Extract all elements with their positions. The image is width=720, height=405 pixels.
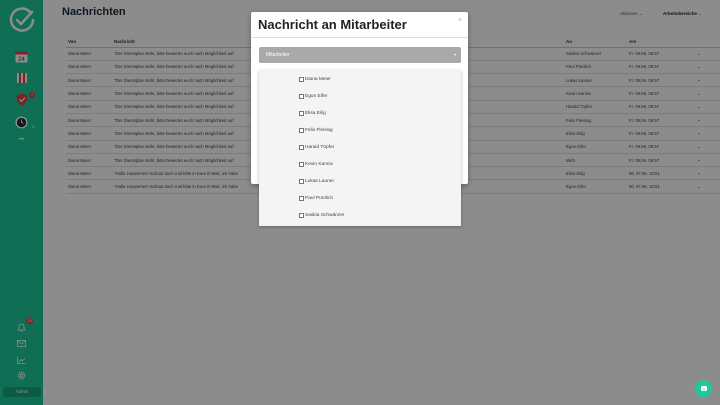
- checkbox[interactable]: [299, 93, 304, 99]
- employee-option[interactable]: Saskia Schwänzer: [299, 210, 344, 220]
- employee-dropdown: Diana Meier Egon Eifer Elisa Eilig Felix…: [259, 70, 461, 226]
- checkbox[interactable]: [299, 178, 304, 184]
- checkbox[interactable]: [299, 195, 304, 201]
- option-label: Egon Eifer: [305, 93, 328, 99]
- chat-icon[interactable]: [695, 380, 712, 397]
- option-label: Saskia Schwänzer: [305, 212, 345, 218]
- employee-option[interactable]: Felix Fleissig: [299, 125, 333, 135]
- close-icon[interactable]: ×: [458, 17, 462, 24]
- option-label: Kevin Kannix: [305, 161, 333, 167]
- employee-option[interactable]: Paul Püntlich: [299, 193, 333, 203]
- checkbox[interactable]: [299, 110, 304, 116]
- employee-option[interactable]: Elisa Eilig: [299, 108, 326, 118]
- employee-option[interactable]: Lukas Launer: [299, 176, 334, 186]
- option-label: Paul Püntlich: [305, 195, 333, 201]
- checkbox[interactable]: [299, 212, 304, 218]
- employee-option[interactable]: Kevin Kannix: [299, 159, 333, 169]
- employee-select-label: Mitarbeiter: [266, 52, 290, 58]
- option-label: Felix Fleissig: [305, 127, 333, 133]
- option-label: Diana Meier: [305, 76, 331, 82]
- employee-select[interactable]: Mitarbeiter ▾: [259, 47, 461, 63]
- option-label: Elisa Eilig: [305, 110, 326, 116]
- checkbox[interactable]: [299, 144, 304, 150]
- checkbox[interactable]: [299, 161, 304, 167]
- caret-down-icon: ▾: [453, 52, 456, 57]
- checkbox[interactable]: [299, 76, 304, 82]
- employee-option[interactable]: Diana Meier: [299, 74, 331, 84]
- employee-option[interactable]: Harald Töpfer: [299, 142, 334, 152]
- option-label: Harald Töpfer: [305, 144, 335, 150]
- checkbox[interactable]: [299, 127, 304, 133]
- modal-divider: [251, 37, 468, 38]
- modal-title: Nachricht an Mitarbeiter: [258, 17, 407, 32]
- option-label: Lukas Launer: [305, 178, 335, 184]
- employee-option[interactable]: Egon Eifer: [299, 91, 327, 101]
